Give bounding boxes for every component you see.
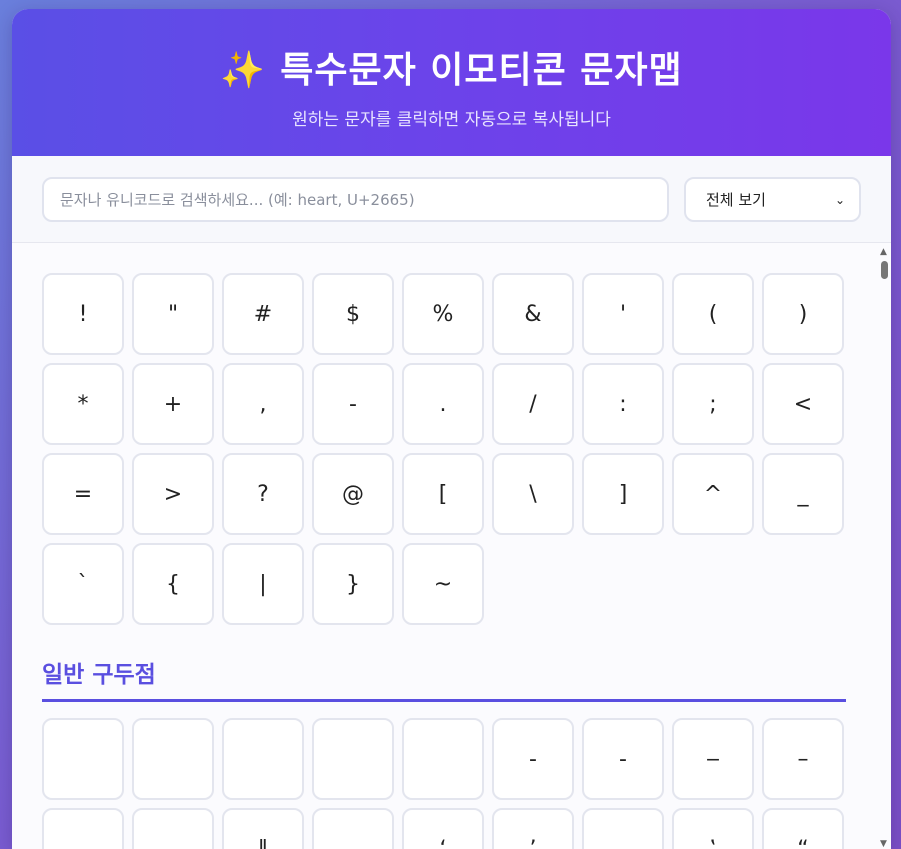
char-cell[interactable] <box>402 718 484 800</box>
char-cell[interactable]: = <box>42 453 124 535</box>
page-title: ✨ 특수문자 이모티콘 문자맵 <box>12 9 891 93</box>
char-cell[interactable]: @ <box>312 453 394 535</box>
char-cell[interactable]: ‖ <box>222 808 304 849</box>
chevron-down-icon: ⌄ <box>834 192 845 207</box>
char-cell[interactable]: * <box>42 363 124 445</box>
char-cell[interactable]: - <box>312 363 394 445</box>
char-cell[interactable]: # <box>222 273 304 355</box>
char-cell[interactable]: . <box>402 363 484 445</box>
char-cell[interactable] <box>312 718 394 800</box>
category-select-value: 전체 보기 <box>706 191 766 209</box>
char-cell[interactable] <box>42 808 124 849</box>
char-cell[interactable]: ` <box>42 543 124 625</box>
char-cell[interactable]: ‛ <box>672 808 754 849</box>
section-title-punctuation: 일반 구두점 <box>42 655 846 702</box>
char-cell[interactable]: { <box>132 543 214 625</box>
char-cell[interactable]: ‒ <box>672 718 754 800</box>
char-cell[interactable] <box>42 718 124 800</box>
char-cell[interactable]: } <box>312 543 394 625</box>
char-cell[interactable]: [ <box>402 453 484 535</box>
char-cell[interactable] <box>132 718 214 800</box>
char-cell[interactable]: , <box>222 363 304 445</box>
char-cell[interactable]: : <box>582 363 664 445</box>
char-cell[interactable]: ~ <box>402 543 484 625</box>
punctuation-grid: ‐ ‑ ‒ – ‖ ‘’ ‛ “ <box>42 718 844 849</box>
char-cell[interactable]: " <box>132 273 214 355</box>
char-cell[interactable] <box>582 808 664 849</box>
app-window: ✨ 특수문자 이모티콘 문자맵 원하는 문자를 클릭하면 자동으로 복사됩니다 전… <box>12 9 891 849</box>
char-cell[interactable]: ; <box>672 363 754 445</box>
char-cell[interactable]: ( <box>672 273 754 355</box>
char-cell[interactable]: > <box>132 453 214 535</box>
char-cell[interactable]: < <box>762 363 844 445</box>
char-cell[interactable]: & <box>492 273 574 355</box>
char-cell[interactable]: $ <box>312 273 394 355</box>
char-cell[interactable] <box>312 808 394 849</box>
category-select[interactable]: 전체 보기 ⌄ <box>684 177 861 222</box>
char-cell[interactable]: ^ <box>672 453 754 535</box>
char-cell[interactable]: + <box>132 363 214 445</box>
scroll-up-icon[interactable]: ▲ <box>880 247 887 257</box>
char-cell[interactable]: ‑ <box>582 718 664 800</box>
char-cell[interactable] <box>222 718 304 800</box>
char-cell[interactable]: ] <box>582 453 664 535</box>
page-subtitle: 원하는 문자를 클릭하면 자동으로 복사됩니다 <box>292 110 611 130</box>
char-cell[interactable]: % <box>402 273 484 355</box>
scroll-down-icon[interactable]: ▼ <box>880 839 887 849</box>
character-list: ! " # $% & '() * +, -. /:; < = >? @[\] ^ _ `{|} ~ 일반 구두점 … <box>12 243 891 849</box>
char-cell[interactable]: ' <box>582 273 664 355</box>
char-cell[interactable]: \ <box>492 453 574 535</box>
char-cell[interactable]: ’ <box>492 808 574 849</box>
search-input[interactable] <box>42 177 669 222</box>
page-title-text: 특수문자 이모티콘 문자맵 <box>280 50 683 91</box>
char-cell[interactable]: “ <box>762 808 844 849</box>
scrollbar[interactable]: ▲ ▼ <box>877 243 891 849</box>
char-cell[interactable]: – <box>762 718 844 800</box>
char-cell[interactable]: ? <box>222 453 304 535</box>
char-cell[interactable]: ) <box>762 273 844 355</box>
sparkles-icon: ✨ <box>220 50 267 91</box>
char-cell[interactable]: _ <box>762 453 844 535</box>
basic-symbols-grid: ! " # $% & '() * +, -. /:; < = >? @[\] ^ _ `{|} ~ <box>42 273 844 625</box>
scrollbar-thumb[interactable] <box>881 261 888 279</box>
char-cell[interactable] <box>132 808 214 849</box>
char-cell[interactable]: ! <box>42 273 124 355</box>
char-cell[interactable]: ‐ <box>492 718 574 800</box>
toolbar: 전체 보기 ⌄ <box>12 156 891 243</box>
char-cell[interactable]: | <box>222 543 304 625</box>
char-cell[interactable]: ‘ <box>402 808 484 849</box>
header: ✨ 특수문자 이모티콘 문자맵 원하는 문자를 클릭하면 자동으로 복사됩니다 <box>12 9 891 156</box>
char-cell[interactable]: / <box>492 363 574 445</box>
